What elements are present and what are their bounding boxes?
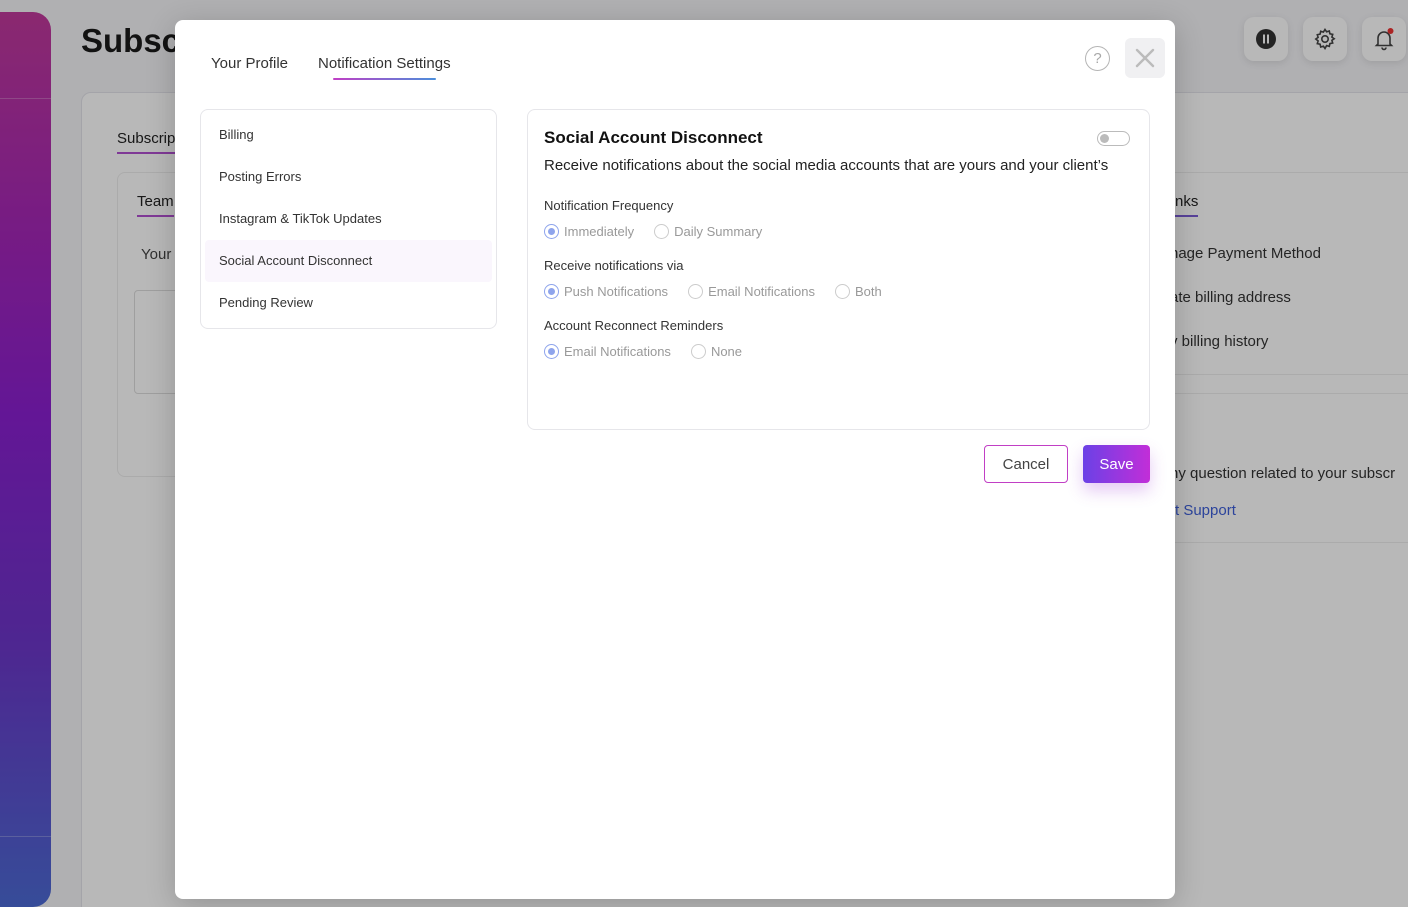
radio-dot [688,284,704,299]
radio-immediately[interactable]: Immediately [544,224,634,239]
modal-tabs: Your Profile Notification Settings [211,55,451,80]
detail-title: Social Account Disconnect [544,128,763,147]
radio-label: Email Notifications [564,344,671,359]
radio-dot [690,344,706,359]
radio-label: Email Notifications [708,284,815,299]
radio-label: Immediately [564,224,635,239]
group-label: Notification Frequency [544,198,674,213]
category-instagram-tiktok-updates[interactable]: Instagram & TikTok Updates [205,198,492,240]
toggle-knob [1100,134,1109,143]
radio-dot [835,284,850,299]
tab-notification-settings[interactable]: Notification Settings [318,55,451,80]
radio-dot [544,284,559,299]
cancel-button[interactable]: Cancel [984,445,1068,483]
radio-label: None [710,344,743,359]
radio-label: Daily Summary [674,224,763,239]
category-social-account-disconnect[interactable]: Social Account Disconnect [205,240,492,282]
radio-email-notifications[interactable]: Email Notifications [688,284,815,299]
save-button[interactable]: Save [1083,445,1150,483]
reconnect-reminders-group: Account Reconnect Reminders Email Notifi… [544,318,1133,359]
group-label: Receive notifications via [544,258,684,273]
help-icon[interactable]: ? [1085,46,1110,71]
close-button[interactable] [1125,38,1165,78]
tab-your-profile[interactable]: Your Profile [211,55,288,80]
notification-category-list: Billing Posting Errors Instagram & TikTo… [200,109,497,329]
channel-group: Receive notifications via Push Notificat… [544,258,1133,299]
radio-dot [544,344,559,359]
radio-both[interactable]: Both [835,284,882,299]
settings-modal: Your Profile Notification Settings ? Bil… [175,20,1175,899]
category-posting-errors[interactable]: Posting Errors [205,156,492,198]
close-icon [1135,48,1155,68]
radio-push-notifications[interactable]: Push Notifications [544,284,668,299]
radio-dot [544,224,559,239]
notification-detail-panel: Social Account Disconnect Receive notifi… [527,109,1150,430]
group-label: Account Reconnect Reminders [544,318,724,333]
category-billing[interactable]: Billing [205,114,492,156]
radio-daily-summary[interactable]: Daily Summary [654,224,762,239]
category-pending-review[interactable]: Pending Review [205,282,492,324]
enable-toggle[interactable] [1097,131,1130,146]
radio-label: Push Notifications [564,284,669,299]
detail-description: Receive notifications about the social m… [544,157,1109,174]
frequency-group: Notification Frequency Immediately Daily… [544,198,1133,239]
radio-reminder-none[interactable]: None [690,344,743,359]
radio-label: Both [855,284,882,299]
radio-dot [654,224,670,239]
radio-reminder-email[interactable]: Email Notifications [544,344,671,359]
